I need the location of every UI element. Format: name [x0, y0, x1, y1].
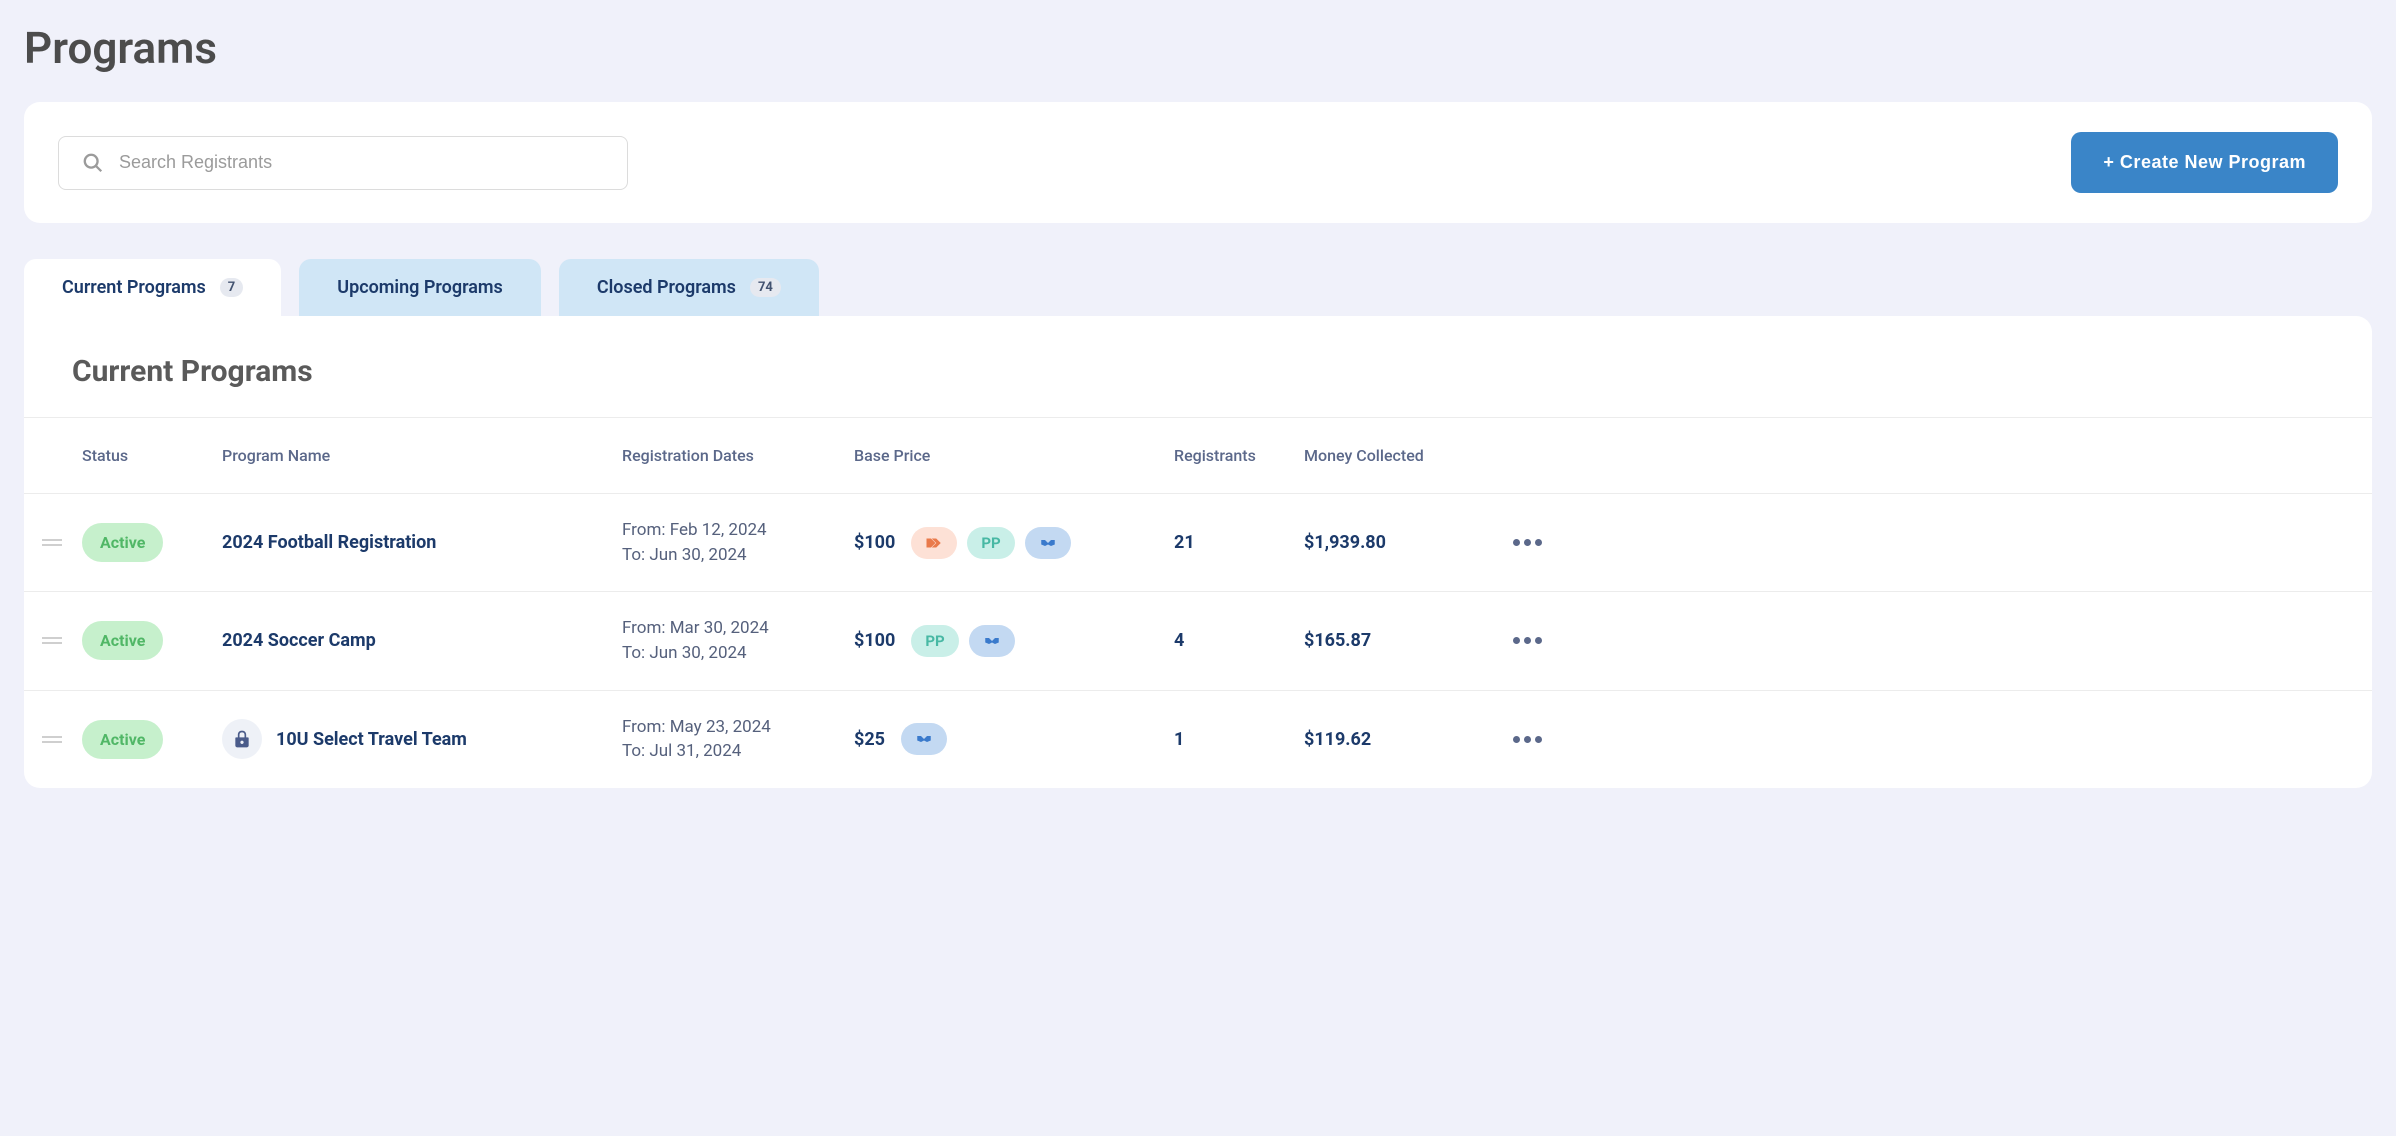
price-value: $100 [854, 630, 895, 651]
money-value: $1,939.80 [1304, 532, 1494, 553]
col-status: Status [82, 446, 222, 465]
money-value: $119.62 [1304, 729, 1494, 750]
col-name: Program Name [222, 446, 622, 465]
price-value: $100 [854, 532, 895, 553]
search-icon [82, 152, 104, 174]
create-program-button[interactable]: + Create New Program [2071, 132, 2338, 193]
col-dates: Registration Dates [622, 446, 854, 465]
table-header: Status Program Name Registration Dates B… [24, 417, 2372, 494]
table-row: Active 10U Select Travel Team From: May … [24, 691, 2372, 788]
payment-plan-pill: PP [911, 625, 958, 657]
search-input[interactable] [58, 136, 628, 190]
more-icon [1513, 637, 1542, 644]
more-icon [1513, 539, 1542, 546]
row-actions-button[interactable] [1494, 637, 1542, 644]
tab-badge: 74 [750, 278, 781, 297]
section-title: Current Programs [24, 350, 2372, 417]
program-name-link[interactable]: 2024 Soccer Camp [222, 630, 376, 651]
col-price: Base Price [854, 446, 1174, 465]
drag-handle[interactable] [42, 637, 82, 644]
status-badge: Active [82, 720, 163, 759]
tab-badge: 7 [220, 278, 243, 297]
money-value: $165.87 [1304, 630, 1494, 651]
status-badge: Active [82, 621, 163, 660]
col-money: Money Collected [1304, 446, 1494, 465]
row-actions-button[interactable] [1494, 539, 1542, 546]
registration-dates: From: May 23, 2024 To: Jul 31, 2024 [622, 715, 854, 764]
drag-handle[interactable] [42, 539, 82, 546]
page-title: Programs [0, 0, 2396, 102]
tab-label: Closed Programs [597, 277, 736, 298]
tab-upcoming-programs[interactable]: Upcoming Programs [299, 259, 541, 316]
tab-current-programs[interactable]: Current Programs 7 [24, 259, 281, 316]
tags-icon [911, 527, 957, 559]
registrants-value: 4 [1174, 630, 1304, 651]
price-cell: $100 PP [854, 527, 1174, 559]
drag-handle[interactable] [42, 736, 82, 743]
toolbar: + Create New Program [24, 102, 2372, 223]
handshake-icon [901, 723, 947, 755]
tabs: Current Programs 7 Upcoming Programs Clo… [24, 259, 2372, 316]
lock-icon [222, 719, 262, 759]
program-name-link[interactable]: 2024 Football Registration [222, 532, 436, 553]
handshake-icon [1025, 527, 1071, 559]
price-cell: $25 [854, 723, 1174, 755]
row-actions-button[interactable] [1494, 736, 1542, 743]
tab-closed-programs[interactable]: Closed Programs 74 [559, 259, 819, 316]
program-name-link[interactable]: 10U Select Travel Team [276, 729, 467, 750]
registration-dates: From: Mar 30, 2024 To: Jun 30, 2024 [622, 616, 854, 665]
registration-dates: From: Feb 12, 2024 To: Jun 30, 2024 [622, 518, 854, 567]
registrants-value: 1 [1174, 729, 1304, 750]
registrants-value: 21 [1174, 532, 1304, 553]
table-row: Active 2024 Soccer Camp From: Mar 30, 20… [24, 592, 2372, 690]
price-value: $25 [854, 729, 885, 750]
tab-label: Current Programs [62, 277, 206, 298]
content-card: Current Programs Status Program Name Reg… [24, 316, 2372, 788]
table-row: Active 2024 Football Registration From: … [24, 494, 2372, 592]
search-wrapper [58, 136, 628, 190]
payment-plan-pill: PP [967, 527, 1014, 559]
more-icon [1513, 736, 1542, 743]
handshake-icon [969, 625, 1015, 657]
tab-label: Upcoming Programs [337, 277, 503, 298]
col-registrants: Registrants [1174, 446, 1304, 465]
status-badge: Active [82, 523, 163, 562]
price-cell: $100 PP [854, 625, 1174, 657]
